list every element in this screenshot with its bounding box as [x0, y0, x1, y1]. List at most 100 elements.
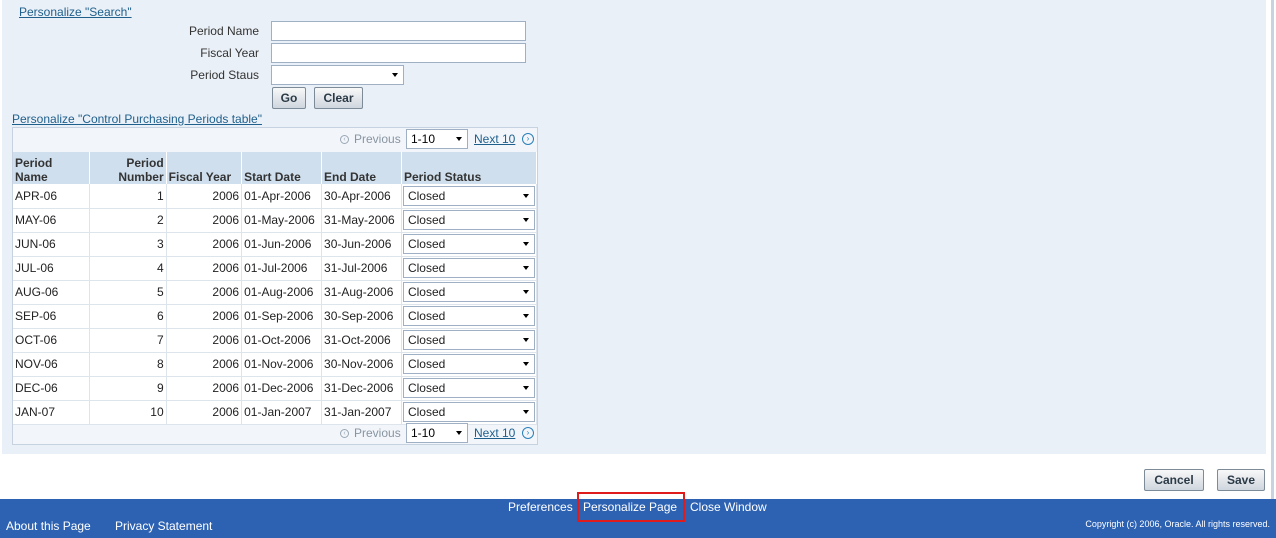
cell-period-name: OCT-06: [13, 328, 91, 353]
period-status-value: Closed: [407, 261, 446, 275]
fiscal-year-input[interactable]: [271, 43, 526, 63]
period-status-select[interactable]: Closed: [402, 378, 535, 398]
previous-arrow-icon: ‹: [340, 135, 349, 144]
table-row: AUG-06 5 2006 01-Aug-2006 31-Aug-2006 Closed: [13, 280, 538, 305]
cell-end-date: 31-Jan-2007: [321, 400, 402, 425]
go-button[interactable]: Go: [272, 87, 306, 109]
save-button[interactable]: Save: [1217, 469, 1265, 491]
table-row: NOV-06 8 2006 01-Nov-2006 30-Nov-2006 Closed: [13, 352, 538, 377]
cell-end-date: 30-Sep-2006: [321, 304, 402, 329]
cell-period-name: AUG-06: [13, 280, 91, 305]
personalize-table-link[interactable]: Personalize "Control Purchasing Periods …: [12, 112, 262, 126]
period-status-value: Closed: [407, 357, 446, 371]
about-page-link[interactable]: About this Page: [6, 519, 91, 533]
privacy-statement-link[interactable]: Privacy Statement: [115, 519, 212, 533]
next-arrow-icon[interactable]: ›: [522, 427, 534, 439]
table-nav-bottom: ‹ Previous 1-10 Next 10 ›: [13, 422, 537, 446]
chevron-down-icon: [522, 338, 529, 342]
cell-end-date: 31-Dec-2006: [321, 376, 402, 401]
cell-start-date: 01-Nov-2006: [241, 352, 323, 377]
chevron-down-icon: [522, 218, 529, 222]
cell-fiscal-year: 2006: [166, 376, 243, 401]
cell-start-date: 01-Oct-2006: [241, 328, 323, 353]
cell-start-date: 01-Aug-2006: [241, 280, 323, 305]
period-name-label: Period Name: [188, 24, 259, 38]
copyright-text: Copyright (c) 2006, Oracle. All rights r…: [1085, 519, 1270, 529]
range-value: 1-10: [411, 132, 436, 146]
table-row: JUL-06 4 2006 01-Jul-2006 31-Jul-2006 Closed: [13, 256, 538, 281]
period-status-value: Closed: [407, 213, 446, 227]
header-period-number: Period Number: [89, 152, 167, 184]
cell-period-name: MAY-06: [13, 208, 91, 233]
period-status-select[interactable]: Closed: [402, 234, 535, 254]
range-value: 1-10: [411, 426, 436, 440]
period-status-select[interactable]: Closed: [402, 210, 535, 230]
table-row: OCT-06 7 2006 01-Oct-2006 31-Oct-2006 Closed: [13, 328, 538, 353]
chevron-down-icon: [522, 314, 529, 318]
cell-fiscal-year: 2006: [166, 184, 243, 209]
cell-period-status: Closed: [401, 376, 538, 401]
chevron-down-icon: [522, 193, 529, 198]
period-name-input[interactable]: [271, 21, 526, 41]
cell-end-date: 30-Apr-2006: [321, 184, 402, 209]
range-select-bottom[interactable]: 1-10: [406, 423, 468, 443]
cell-end-date: 31-May-2006: [321, 208, 402, 233]
next-10-link-top[interactable]: Next 10: [474, 132, 515, 146]
cell-period-name: SEP-06: [13, 304, 91, 329]
period-status-value: Closed: [407, 237, 446, 251]
personalize-search-link[interactable]: Personalize "Search": [19, 5, 132, 19]
period-status-select[interactable]: Closed: [402, 258, 535, 278]
period-status-value: Closed: [407, 285, 446, 299]
cell-period-name: APR-06: [13, 184, 91, 209]
highlight-box: [577, 492, 685, 522]
table-row: DEC-06 9 2006 01-Dec-2006 31-Dec-2006 Closed: [13, 376, 538, 401]
cell-start-date: 01-Jun-2006: [241, 232, 323, 257]
cell-start-date: 01-Apr-2006: [241, 184, 323, 209]
period-status-select[interactable]: Closed: [402, 306, 535, 326]
period-status-select[interactable]: Closed: [402, 330, 535, 350]
clear-button[interactable]: Clear: [314, 87, 363, 109]
table-row: APR-06 1 2006 01-Apr-2006 30-Apr-2006 Closed: [13, 184, 538, 209]
cell-period-number: 4: [89, 256, 167, 281]
table-row: MAY-06 2 2006 01-May-2006 31-May-2006 Closed: [13, 208, 538, 233]
next-10-link-bottom[interactable]: Next 10: [474, 426, 515, 440]
chevron-down-icon: [456, 431, 462, 435]
cell-period-number: 10: [89, 400, 167, 425]
close-window-link[interactable]: Close Window: [690, 500, 767, 514]
cell-end-date: 31-Aug-2006: [321, 280, 402, 305]
range-select-top[interactable]: 1-10: [406, 129, 468, 149]
cell-end-date: 31-Oct-2006: [321, 328, 402, 353]
header-fiscal-year: Fiscal Year: [166, 152, 243, 184]
periods-table: Period Name Period Number Fiscal Year St…: [13, 152, 538, 425]
cell-period-number: 1: [89, 184, 167, 209]
chevron-down-icon: [522, 362, 529, 366]
period-status-select[interactable]: Closed: [402, 282, 535, 302]
cell-period-status: Closed: [401, 232, 538, 257]
period-status-select[interactable]: Closed: [402, 402, 535, 422]
header-period-status: Period Status: [401, 152, 538, 184]
table-nav-top: ‹ Previous 1-10 Next 10 ›: [13, 128, 537, 152]
period-status-select[interactable]: Closed: [402, 354, 535, 374]
cell-period-status: Closed: [401, 352, 538, 377]
previous-label: Previous: [354, 426, 401, 440]
cell-fiscal-year: 2006: [166, 304, 243, 329]
cell-period-name: NOV-06: [13, 352, 91, 377]
cell-period-name: JUL-06: [13, 256, 91, 281]
cell-fiscal-year: 2006: [166, 256, 243, 281]
preferences-link[interactable]: Preferences: [508, 500, 573, 514]
cell-period-number: 7: [89, 328, 167, 353]
chevron-down-icon: [522, 266, 529, 270]
cell-fiscal-year: 2006: [166, 280, 243, 305]
table-row: JUN-06 3 2006 01-Jun-2006 30-Jun-2006 Closed: [13, 232, 538, 257]
cancel-button[interactable]: Cancel: [1144, 469, 1204, 491]
period-status-select[interactable]: [271, 65, 404, 85]
period-status-value: Closed: [407, 188, 446, 203]
period-status-select[interactable]: Closed: [402, 185, 535, 206]
cell-period-status: Closed: [401, 304, 538, 329]
cell-end-date: 31-Jul-2006: [321, 256, 402, 281]
header-start-date: Start Date: [241, 152, 323, 184]
table-body: APR-06 1 2006 01-Apr-2006 30-Apr-2006 Closed M…: [13, 184, 538, 425]
next-arrow-icon[interactable]: ›: [522, 133, 534, 145]
cell-fiscal-year: 2006: [166, 400, 243, 425]
period-status-value: Closed: [407, 309, 446, 323]
